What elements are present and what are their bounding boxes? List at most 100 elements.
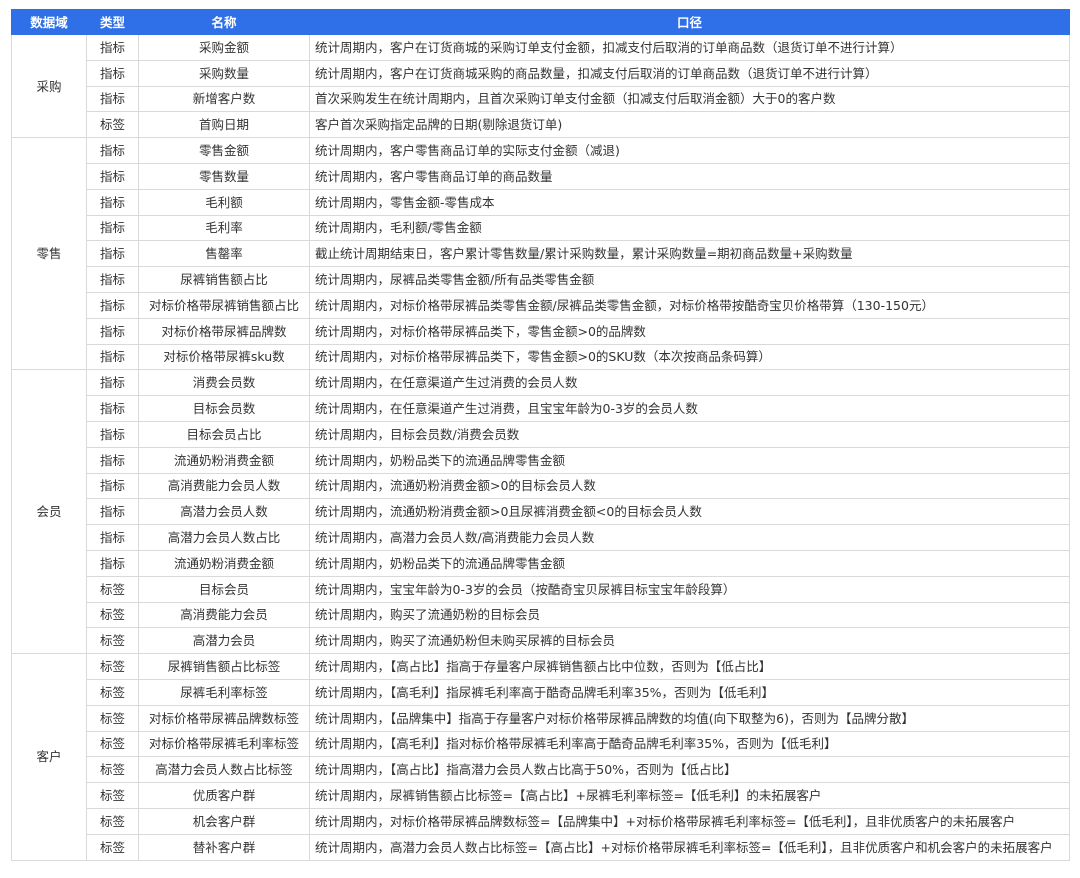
type-cell: 指标 (86, 240, 139, 268)
type-cell: 标签 (86, 601, 139, 629)
definition-cell: 统计周期内，对标价格带尿裤品类零售金额/尿裤品类零售金额，对标价格带按酷奇宝贝价… (309, 291, 1070, 319)
type-cell: 指标 (86, 317, 139, 345)
name-cell: 目标会员占比 (138, 420, 310, 448)
table-row: 采购 指标 采购金额 统计周期内，客户在订货商城的采购订单支付金额，扣减支付后取消的订… (11, 33, 1070, 139)
type-cell: 标签 (86, 730, 139, 758)
definition-cell: 统计周期内，【高毛利】指尿裤毛利率高于酷奇品牌毛利率35%，否则为【低毛利】 (309, 678, 1070, 706)
name-cell: 机会客户群 (138, 807, 310, 835)
name-cell: 高潜力会员人数 (138, 498, 310, 526)
name-cell: 高消费能力会员 (138, 601, 310, 629)
table-row: 指标 流通奶粉消费金额 统计周期内，奶粉品类下的流通品牌零售金额 (12, 549, 1070, 577)
definition-cell: 统计周期内，【品牌集中】指高于存量客户对标价格带尿裤品牌数的均值(向下取整为6)… (309, 704, 1070, 732)
definition-cell: 统计周期内，在任意渠道产生过消费，且宝宝年龄为0-3岁的会员人数 (309, 395, 1070, 422)
definition-cell: 统计周期内，尿裤销售额占比标签=【高占比】+尿裤毛利率标签=【低毛利】的未拓展客… (309, 782, 1070, 809)
table-row: 标签 尿裤毛利率标签 统计周期内，【高毛利】指尿裤毛利率高于酷奇品牌毛利率35%，否… (12, 678, 1070, 706)
name-cell: 替补客户群 (138, 833, 310, 861)
table-row: 指标 尿裤销售额占比 统计周期内，尿裤品类零售金额/所有品类零售金额 (12, 266, 1070, 293)
name-cell: 尿裤毛利率标签 (138, 678, 310, 706)
definition-cell: 统计周期内，【高占比】指高于存量客户尿裤销售额占比中位数，否则为【低占比】 (309, 653, 1070, 680)
definition-cell: 首次采购发生在统计周期内，且首次采购订单支付金额（扣减支付后取消金额）大于0的客… (309, 85, 1070, 113)
type-cell: 指标 (86, 420, 139, 448)
table-row: 标签 替补客户群 统计周期内，高潜力会员人数占比标签=【高占比】+对标价格带尿裤毛利… (12, 833, 1070, 861)
name-cell: 采购数量 (138, 59, 310, 87)
definition-cell: 统计周期内，对标价格带尿裤品类下，零售金额>0的品牌数 (309, 317, 1070, 345)
name-cell: 首购日期 (138, 111, 310, 139)
name-cell: 流通奶粉消费金额 (138, 549, 310, 577)
table-row: 标签 对标价格带尿裤毛利率标签 统计周期内，【高毛利】指对标价格带尿裤毛利率高于酷奇… (12, 730, 1070, 758)
name-cell: 零售金额 (138, 137, 310, 164)
name-cell: 零售数量 (138, 162, 310, 190)
table-row: 指标 目标会员数 统计周期内，在任意渠道产生过消费，且宝宝年龄为0-3岁的会员人数 (12, 395, 1070, 422)
definition-cell: 统计周期内，【高占比】指高潜力会员人数占比高于50%，否则为【低占比】 (309, 756, 1070, 784)
type-cell: 指标 (86, 34, 139, 61)
definition-cell: 统计周期内，客户在订货商城的采购订单支付金额，扣减支付后取消的订单商品数（退货订… (309, 34, 1070, 61)
type-cell: 指标 (86, 162, 139, 190)
header-type: 类型 (86, 9, 139, 35)
name-cell: 售罄率 (138, 240, 310, 268)
type-cell: 标签 (86, 756, 139, 784)
name-cell: 高潜力会员人数占比标签 (138, 756, 310, 784)
type-cell: 标签 (86, 111, 139, 139)
table-body: 采购 指标 采购金额 统计周期内，客户在订货商城的采购订单支付金额，扣减支付后取消的订… (11, 33, 1070, 861)
table-row: 指标 高潜力会员人数占比 统计周期内，高潜力会员人数/高消费能力会员人数 (12, 524, 1070, 551)
table-row: 指标 零售数量 统计周期内，客户零售商品订单的商品数量 (12, 162, 1070, 190)
type-cell: 标签 (86, 807, 139, 835)
domain-cell: 零售 (11, 137, 87, 371)
table-row: 指标 采购数量 统计周期内，客户在订货商城采购的商品数量，扣减支付后取消的订单商品数… (12, 59, 1070, 87)
definition-cell: 统计周期内，客户零售商品订单的商品数量 (309, 162, 1070, 190)
table-row: 指标 高消费能力会员人数 统计周期内，流通奶粉消费金额>0的目标会员人数 (12, 472, 1070, 500)
name-cell: 目标会员 (138, 575, 310, 603)
name-cell: 对标价格带尿裤品牌数 (138, 317, 310, 345)
definition-cell: 统计周期内，高潜力会员人数占比标签=【高占比】+对标价格带尿裤毛利率标签=【低毛… (309, 833, 1070, 861)
type-cell: 标签 (86, 704, 139, 732)
table-row: 指标 毛利额 统计周期内，零售金额-零售成本 (12, 188, 1070, 216)
type-cell: 指标 (86, 188, 139, 216)
table-row: 指标 对标价格带尿裤品牌数 统计周期内，对标价格带尿裤品类下，零售金额>0的品牌数 (12, 317, 1070, 345)
definition-cell: 统计周期内，流通奶粉消费金额>0且尿裤消费金额<0的目标会员人数 (309, 498, 1070, 526)
domain-cell: 会员 (11, 369, 87, 655)
table-row: 会员 指标 消费会员数 统计周期内，在任意渠道产生过消费的会员人数 (11, 369, 1070, 655)
type-cell: 指标 (86, 343, 139, 371)
name-cell: 对标价格带尿裤毛利率标签 (138, 730, 310, 758)
type-cell: 指标 (86, 498, 139, 526)
name-cell: 高潜力会员人数占比 (138, 524, 310, 551)
type-cell: 标签 (86, 678, 139, 706)
type-cell: 标签 (86, 833, 139, 861)
definition-cell: 统计周期内，奶粉品类下的流通品牌零售金额 (309, 549, 1070, 577)
table-row: 标签 机会客户群 统计周期内，对标价格带尿裤品牌数标签=【品牌集中】+对标价格带尿裤… (12, 807, 1070, 835)
definition-cell: 统计周期内，对标价格带尿裤品牌数标签=【品牌集中】+对标价格带尿裤毛利率标签=【… (309, 807, 1070, 835)
table-row: 标签 首购日期 客户首次采购指定品牌的日期(剔除退货订单) (12, 111, 1070, 139)
type-cell: 指标 (86, 214, 139, 242)
type-cell: 指标 (86, 85, 139, 113)
name-cell: 流通奶粉消费金额 (138, 446, 310, 474)
table-row: 指标 新增客户数 首次采购发生在统计周期内，且首次采购订单支付金额（扣减支付后取消金… (12, 85, 1070, 113)
table-header-row: 数据域 类型 名称 口径 (11, 9, 1070, 35)
type-cell: 标签 (86, 575, 139, 603)
definition-cell: 客户首次采购指定品牌的日期(剔除退货订单) (309, 111, 1070, 139)
table-row: 指标 毛利率 统计周期内，毛利额/零售金额 (12, 214, 1070, 242)
name-cell: 对标价格带尿裤sku数 (138, 343, 310, 371)
name-cell: 毛利率 (138, 214, 310, 242)
domain-cell: 客户 (11, 653, 87, 861)
name-cell: 采购金额 (138, 34, 310, 61)
table-row: 客户 标签 尿裤销售额占比标签 统计周期内，【高占比】指高于存量客户尿裤销售额占比中位… (11, 653, 1070, 861)
table-row: 指标 流通奶粉消费金额 统计周期内，奶粉品类下的流通品牌零售金额 (12, 446, 1070, 474)
name-cell: 尿裤销售额占比标签 (138, 653, 310, 680)
definition-cell: 统计周期内，目标会员数/消费会员数 (309, 420, 1070, 448)
name-cell: 高潜力会员 (138, 627, 310, 655)
definition-cell: 截止统计周期结束日，客户累计零售数量/累计采购数量，累计采购数量=期初商品数量+… (309, 240, 1070, 268)
name-cell: 对标价格带尿裤品牌数标签 (138, 704, 310, 732)
header-name: 名称 (138, 9, 310, 35)
table-row: 指标 对标价格带尿裤sku数 统计周期内，对标价格带尿裤品类下，零售金额>0的SKU… (12, 343, 1070, 371)
type-cell: 指标 (86, 59, 139, 87)
metrics-table-container: 数据域 类型 名称 口径 采购 指标 采购金额 统计周期内，客户在订货商城的采购订单支… (11, 9, 1070, 861)
definition-cell: 统计周期内，宝宝年龄为0-3岁的会员（按酷奇宝贝尿裤目标宝宝年龄段算） (309, 575, 1070, 603)
type-cell: 指标 (86, 291, 139, 319)
table-row: 标签 目标会员 统计周期内，宝宝年龄为0-3岁的会员（按酷奇宝贝尿裤目标宝宝年龄段算… (12, 575, 1070, 603)
definition-cell: 统计周期内，奶粉品类下的流通品牌零售金额 (309, 446, 1070, 474)
header-definition: 口径 (309, 9, 1070, 35)
type-cell: 指标 (86, 524, 139, 551)
metrics-definition-table: 数据域 类型 名称 口径 采购 指标 采购金额 统计周期内，客户在订货商城的采购订单支… (11, 9, 1070, 861)
definition-cell: 统计周期内，购买了流通奶粉但未购买尿裤的目标会员 (309, 627, 1070, 655)
name-cell: 目标会员数 (138, 395, 310, 422)
